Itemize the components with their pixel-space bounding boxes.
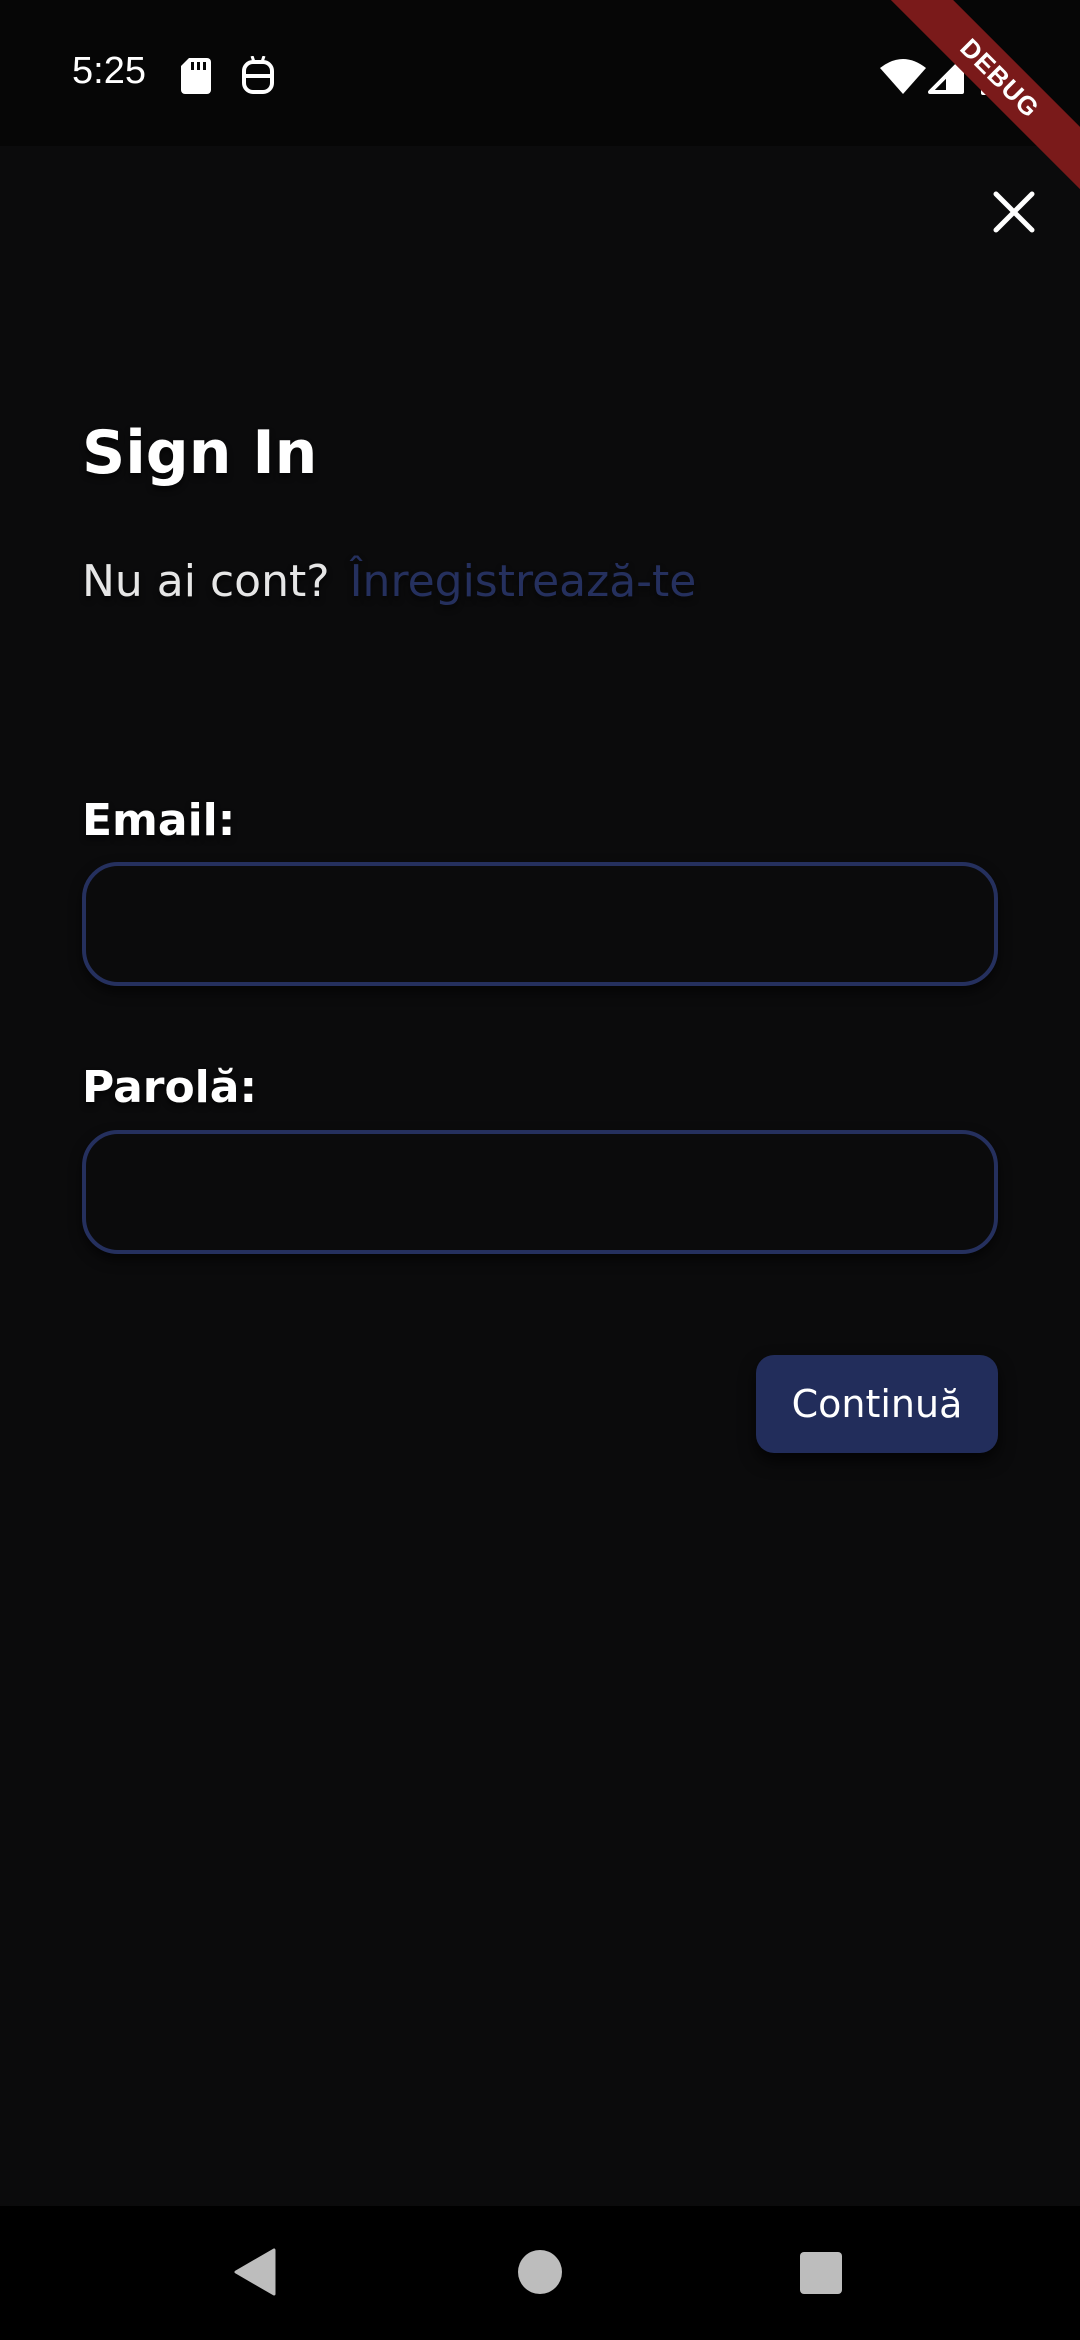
close-button[interactable]	[982, 180, 1046, 244]
recents-icon[interactable]	[800, 2252, 842, 2294]
signup-row: Nu ai cont? Înregistrează-te	[82, 556, 696, 607]
close-icon	[993, 191, 1035, 233]
sign-in-screen: 5:25 DEBUG Sign In Nu ai cont? Înregistr…	[0, 0, 1080, 2340]
password-field[interactable]	[82, 1130, 998, 1254]
email-field[interactable]	[82, 862, 998, 986]
sd-card-icon	[181, 58, 211, 94]
wifi-icon	[880, 59, 926, 94]
home-icon[interactable]	[518, 2250, 562, 2294]
email-label: Email:	[82, 795, 236, 846]
battery-icon	[981, 55, 1003, 95]
signal-icon	[928, 58, 964, 94]
signup-prompt: Nu ai cont?	[82, 556, 330, 607]
status-time: 5:25	[72, 50, 146, 92]
android-bot-icon	[242, 56, 274, 94]
continue-button[interactable]: Continuă	[756, 1355, 998, 1453]
status-bar: 5:25	[0, 0, 1080, 146]
back-icon[interactable]	[234, 2248, 276, 2296]
page-title: Sign In	[82, 418, 318, 488]
register-link[interactable]: Înregistrează-te	[350, 556, 697, 607]
password-label: Parolă:	[82, 1062, 258, 1113]
